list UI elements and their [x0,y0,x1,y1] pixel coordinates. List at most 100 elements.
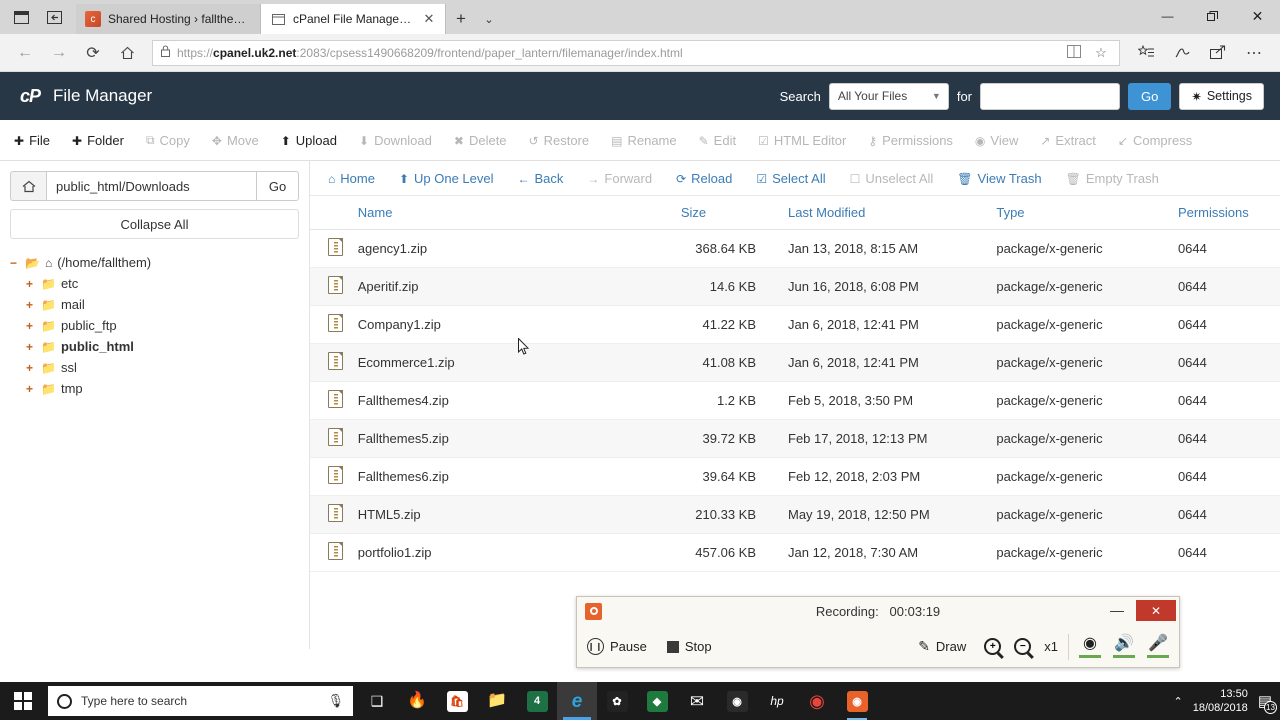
path-input[interactable]: public_html/Downloads [46,171,257,201]
tab-list-caret-icon[interactable]: ⌄ [476,4,502,34]
task-view-icon[interactable]: ❑ [357,682,397,720]
browser-tab-1[interactable]: cPanel File Manager v3 ✕ [261,4,446,34]
col-header-permissions[interactable]: Permissions [1171,196,1280,230]
file-name-cell[interactable]: HTML5.zip [351,495,675,534]
table-row[interactable]: Fallthemes5.zip 39.72 KB Feb 17, 2018, 12:… [310,419,1280,458]
tree-node-homefallthem[interactable]: − 📂 ⌂ (/home/fallthem) [10,252,299,273]
expand-icon[interactable]: + [26,319,36,333]
filenav-select-all-button[interactable]: ☑ Select All [756,171,825,186]
edge-icon[interactable]: e [557,682,597,720]
file-name-cell[interactable]: Fallthemes4.zip [351,381,675,420]
table-row[interactable]: Ecommerce1.zip 41.08 KB Jan 6, 2018, 12:41… [310,343,1280,382]
file-explorer-icon[interactable]: 📁 [477,682,517,720]
excel-icon[interactable]: 4 [517,682,557,720]
microsoft-store-icon[interactable]: 🛍 [437,682,477,720]
file-name-cell[interactable]: portfolio1.zip [351,533,675,572]
expand-icon[interactable]: + [26,382,36,396]
toolbar-file-button[interactable]: ✚ File [14,129,50,154]
reading-view-icon[interactable] [1064,44,1084,61]
zoom-out-icon[interactable]: − [1014,638,1032,655]
table-row[interactable]: Fallthemes6.zip 39.64 KB Feb 12, 2018, 2:0… [310,457,1280,496]
forward-icon[interactable]: → [42,38,76,68]
col-header-last-modified[interactable]: Last Modified [782,196,991,230]
file-name-cell[interactable]: agency1.zip [351,229,675,268]
file-name-cell[interactable]: Aperitif.zip [351,267,675,306]
collapse-icon[interactable]: − [10,256,20,270]
window-close-button[interactable]: ✕ [1235,0,1280,32]
expand-icon[interactable]: + [26,277,36,291]
screen-recorder-icon[interactable]: ◉ [837,682,877,720]
expand-icon[interactable]: + [26,298,36,312]
table-row[interactable]: Aperitif.zip 14.6 KB Jun 16, 2018, 6:08 PM… [310,267,1280,306]
mail-icon[interactable]: ✉ [677,682,717,720]
toolbar-folder-button[interactable]: ✚ Folder [72,129,124,154]
microphone-icon[interactable]: 🎤 [1147,635,1169,658]
burn-app-icon[interactable]: 🔥 [397,682,437,720]
file-name-cell[interactable]: Company1.zip [351,305,675,344]
new-tab-button[interactable]: + [446,4,476,34]
more-menu-icon[interactable]: ⋯ [1236,38,1272,68]
window-restore-button[interactable] [1190,0,1235,32]
recorder-stop-button[interactable]: Stop [666,639,712,654]
col-header-type[interactable]: Type [990,196,1172,230]
browser-tab-0[interactable]: c Shared Hosting › fallthemes [76,4,261,34]
tree-node-ssl[interactable]: + 📁 ssl [10,357,299,378]
recorder-pause-button[interactable]: ❙❙ Pause [587,638,647,655]
share-icon[interactable] [1200,38,1236,68]
table-row[interactable]: Company1.zip 41.22 KB Jan 6, 2018, 12:41 P… [310,305,1280,344]
recorder-close-button[interactable]: ✕ [1136,600,1176,621]
favorites-star-icon[interactable]: ☆ [1091,45,1111,61]
filenav-reload-button[interactable]: ⟳ Reload [676,171,732,186]
reload-icon[interactable]: ⟳ [76,38,110,68]
search-go-button[interactable]: Go [1128,82,1172,110]
table-row[interactable]: Fallthemes4.zip 1.2 KB Feb 5, 2018, 3:50 P… [310,381,1280,420]
home-icon[interactable] [110,38,144,68]
file-name-cell[interactable]: Ecommerce1.zip [351,343,675,382]
hp-icon[interactable]: hp [757,682,797,720]
col-header-name[interactable]: Name [351,196,675,230]
file-name-cell[interactable]: Fallthemes5.zip [351,419,675,458]
filenav-back-button[interactable]: ← Back [518,171,564,186]
green-diamond-icon[interactable]: ◆ [637,682,677,720]
col-header-size[interactable]: Size [674,196,782,230]
back-icon[interactable]: ← [8,38,42,68]
expand-icon[interactable]: + [26,340,36,354]
taskbar-search-box[interactable]: Type here to search 🎙 [48,686,353,716]
filenav-view-trash-button[interactable]: 🗑 View Trash [957,171,1041,186]
toolbar-upload-button[interactable]: ⬆ Upload [281,129,337,154]
tab-close-icon[interactable]: ✕ [422,11,436,27]
filenav-up-one-level-button[interactable]: ⬆ Up One Level [399,171,494,186]
window-minimize-button[interactable]: — [1145,0,1190,32]
zoom-in-icon[interactable]: + [984,638,1002,655]
action-center-icon[interactable]: ▤ 13 [1258,692,1277,714]
web-notes-icon[interactable] [1164,38,1200,68]
path-home-icon[interactable] [10,171,46,201]
set-aside-tabs-icon[interactable] [4,0,38,34]
speaker-icon[interactable]: 🔊 [1113,635,1135,658]
microphone-icon[interactable]: 🎙 [327,693,344,709]
tray-expand-icon[interactable]: ⌃ [1174,695,1183,708]
table-row[interactable]: portfolio1.zip 457.06 KB Jan 12, 2018, 7:3… [310,533,1280,572]
hub-favorites-icon[interactable] [1128,38,1164,68]
settings-button[interactable]: ✷ Settings [1179,82,1264,110]
recorder-minimize-button[interactable]: — [1103,597,1131,623]
photos-icon[interactable]: ✿ [597,682,637,720]
url-bar[interactable]: https://cpanel.uk2.net:2083/cpsess149066… [152,39,1120,66]
file-name-cell[interactable]: Fallthemes6.zip [351,457,675,496]
table-row[interactable]: agency1.zip 368.64 KB Jan 13, 2018, 8:15 A… [310,229,1280,268]
search-scope-select[interactable]: All Your Files ▼ [828,82,949,110]
tree-node-mail[interactable]: + 📁 mail [10,294,299,315]
search-input[interactable] [980,82,1120,110]
camera-app-icon[interactable]: ◉ [717,682,757,720]
filenav-home-button[interactable]: ⌂ Home [328,171,375,186]
path-go-button[interactable]: Go [257,171,299,201]
tree-node-public_ftp[interactable]: + 📁 public_ftp [10,315,299,336]
start-button[interactable] [0,682,46,720]
webcam-icon[interactable]: ◉ [1079,635,1101,658]
expand-icon[interactable]: + [26,361,36,375]
table-row[interactable]: HTML5.zip 210.33 KB May 19, 2018, 12:50 PM… [310,495,1280,534]
tree-node-tmp[interactable]: + 📁 tmp [10,378,299,399]
restore-tabs-icon[interactable] [38,0,72,34]
chrome-icon[interactable]: ◉ [797,682,837,720]
recorder-draw-button[interactable]: ✎ Draw [918,638,966,655]
